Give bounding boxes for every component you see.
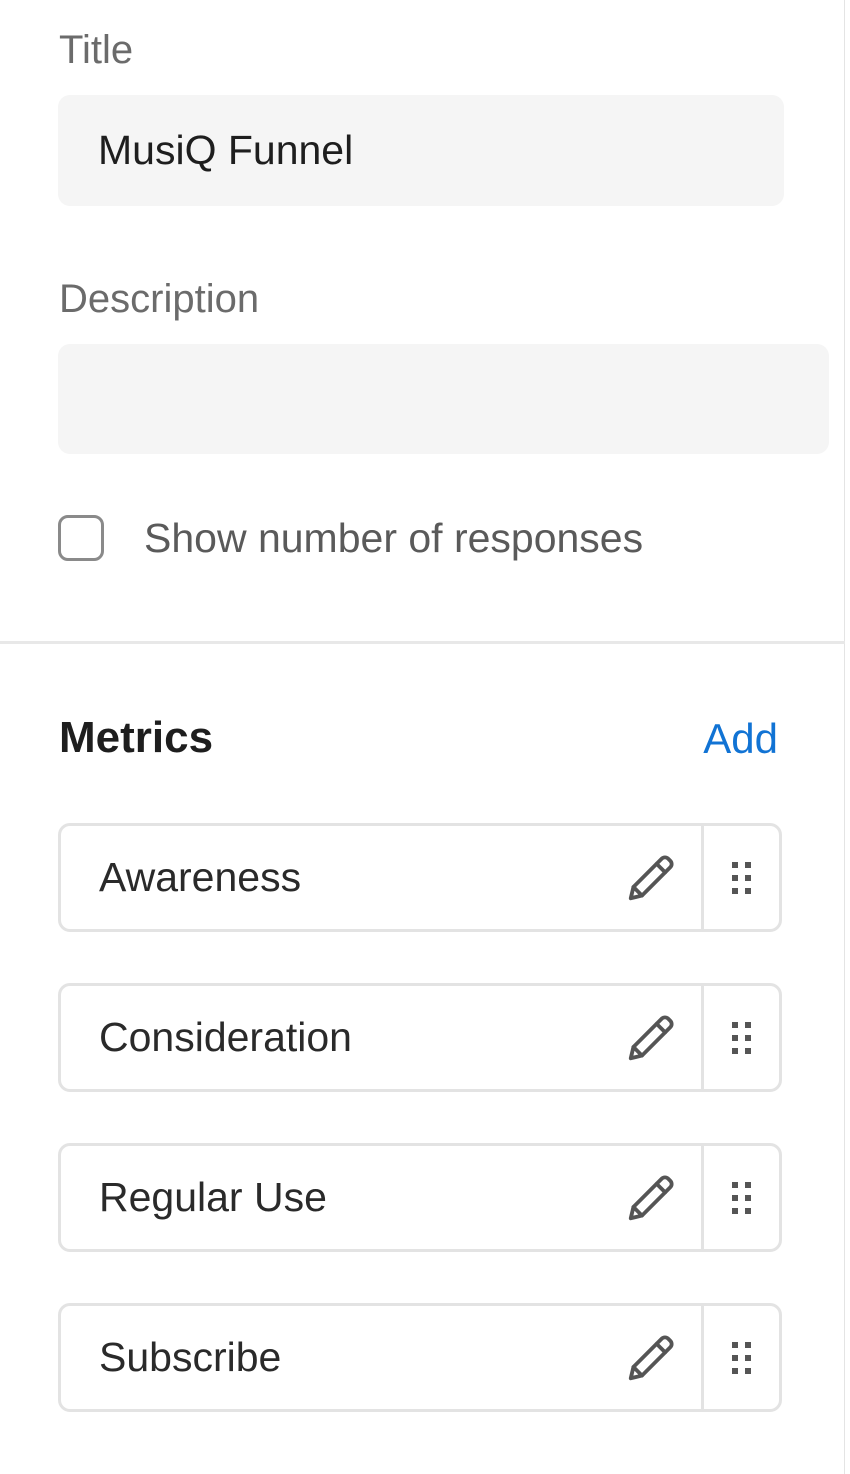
drag-handle-icon[interactable] (701, 1146, 779, 1249)
widget-settings-panel: Title MusiQ Funnel Description Show numb… (0, 0, 845, 1474)
show-responses-label[interactable]: Show number of responses (144, 515, 643, 562)
section-divider (0, 641, 845, 644)
drag-handle-icon[interactable] (701, 986, 779, 1089)
metric-item: Consideration (58, 983, 782, 1092)
metrics-list: Awareness Consideration Regular Use Subs… (58, 823, 782, 1463)
pencil-icon[interactable] (623, 1330, 679, 1386)
metric-label: Consideration (99, 1014, 352, 1060)
show-responses-checkbox[interactable] (58, 515, 104, 561)
drag-handle-icon[interactable] (701, 1306, 779, 1409)
add-metric-link[interactable]: Add (703, 718, 778, 760)
metric-item: Subscribe (58, 1303, 782, 1412)
metric-item: Regular Use (58, 1143, 782, 1252)
description-label: Description (59, 277, 260, 321)
metric-label: Subscribe (99, 1334, 282, 1380)
title-label: Title (59, 28, 134, 72)
description-input[interactable] (58, 344, 829, 454)
pencil-icon[interactable] (623, 850, 679, 906)
pencil-icon[interactable] (623, 1170, 679, 1226)
title-input[interactable]: MusiQ Funnel (58, 95, 784, 206)
metric-label: Awareness (99, 854, 302, 900)
metric-item: Awareness (58, 823, 782, 932)
drag-handle-icon[interactable] (701, 826, 779, 929)
show-responses-option[interactable]: Show number of responses (58, 512, 643, 564)
pencil-icon[interactable] (623, 1010, 679, 1066)
metrics-heading: Metrics (59, 713, 214, 762)
metric-label: Regular Use (99, 1174, 327, 1220)
